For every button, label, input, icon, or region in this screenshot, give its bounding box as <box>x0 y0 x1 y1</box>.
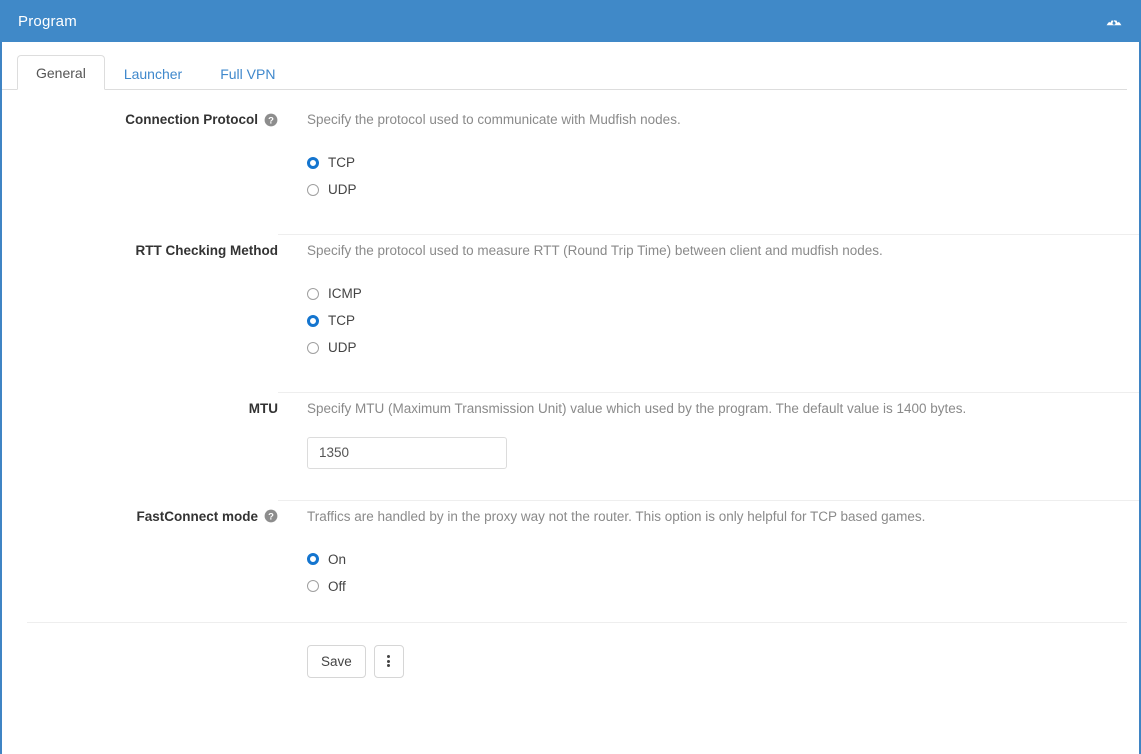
body-connection-protocol: Specify the protocol used to communicate… <box>278 104 1139 236</box>
more-options-button[interactable] <box>373 644 404 678</box>
tab-launcher[interactable]: Launcher <box>105 56 201 90</box>
mtu-input[interactable] <box>307 436 507 469</box>
radio-option-off[interactable]: Off <box>307 573 1139 600</box>
window-titlebar: Program <box>0 0 1141 42</box>
kebab-menu-icon <box>387 654 391 669</box>
radio-rtt-udp-label[interactable]: UDP <box>328 340 357 355</box>
radio-group-rtt: ICMP TCP UDP <box>307 280 1139 361</box>
radio-option-udp[interactable]: UDP <box>307 176 1139 203</box>
desc-rtt-checking-method: Specify the protocol used to measure RTT… <box>307 243 883 259</box>
label-fastconnect-mode-text: FastConnect mode <box>136 508 258 524</box>
tab-full-vpn-label: Full VPN <box>220 66 276 82</box>
svg-text:?: ? <box>268 115 274 126</box>
desc-mtu: Specify MTU (Maximum Transmission Unit) … <box>307 401 967 417</box>
row-mtu: MTU Specify MTU (Maximum Transmission Un… <box>2 393 1139 501</box>
body-rtt-checking-method: Specify the protocol used to measure RTT… <box>278 235 1139 394</box>
radio-group-fastconnect: On Off <box>307 546 1139 600</box>
page-content: General Launcher Full VPN Connection Pro… <box>0 42 1141 754</box>
question-circle-icon[interactable]: ? <box>264 113 278 127</box>
tab-launcher-label: Launcher <box>123 66 183 82</box>
radio-connection-tcp-label[interactable]: TCP <box>328 155 355 170</box>
radio-connection-tcp[interactable] <box>307 156 319 169</box>
question-circle-icon[interactable]: ? <box>264 509 278 523</box>
radio-rtt-icmp[interactable] <box>307 287 319 300</box>
radio-option-tcp[interactable]: TCP <box>307 149 1139 176</box>
svg-text:?: ? <box>268 512 274 523</box>
tab-general[interactable]: General <box>17 55 105 90</box>
tab-full-vpn[interactable]: Full VPN <box>201 56 294 90</box>
radio-connection-udp-label[interactable]: UDP <box>328 182 357 197</box>
label-connection-protocol: Connection Protocol ? <box>2 104 278 127</box>
radio-option-rtt-udp[interactable]: UDP <box>307 334 1139 361</box>
settings-form: Connection Protocol ? Specify the protoc… <box>2 90 1139 678</box>
radio-rtt-tcp-label[interactable]: TCP <box>328 313 355 328</box>
radio-rtt-tcp[interactable] <box>307 314 319 327</box>
desc-fastconnect-mode: Traffics are handled by in the proxy way… <box>307 508 926 524</box>
desc-connection-protocol: Specify the protocol used to communicate… <box>307 112 681 127</box>
label-mtu-text: MTU <box>248 401 278 417</box>
label-fastconnect-mode: FastConnect mode ? <box>2 501 278 524</box>
tab-general-label: General <box>36 65 86 81</box>
radio-fastconnect-on-label[interactable]: On <box>328 552 346 567</box>
row-connection-protocol: Connection Protocol ? Specify the protoc… <box>2 104 1139 236</box>
radio-option-rtt-tcp[interactable]: TCP <box>307 307 1139 334</box>
radio-option-icmp[interactable]: ICMP <box>307 280 1139 307</box>
radio-rtt-udp[interactable] <box>307 341 319 354</box>
body-fastconnect-mode: Traffics are handled by in the proxy way… <box>278 501 1139 600</box>
dashboard-gauge-icon[interactable] <box>1103 10 1125 32</box>
label-connection-protocol-text: Connection Protocol <box>125 112 258 127</box>
radio-connection-udp[interactable] <box>307 183 319 196</box>
label-rtt-checking-method: RTT Checking Method <box>2 235 279 259</box>
radio-fastconnect-on[interactable] <box>307 553 319 566</box>
window-title: Program <box>18 12 77 30</box>
form-actions: Save <box>2 623 1139 678</box>
radio-fastconnect-off-label[interactable]: Off <box>328 579 346 594</box>
radio-option-on[interactable]: On <box>307 546 1139 573</box>
body-mtu: Specify MTU (Maximum Transmission Unit) … <box>278 393 1139 501</box>
label-mtu: MTU <box>2 393 278 416</box>
label-rtt-checking-method-text: RTT Checking Method <box>135 243 279 259</box>
radio-group-connection-protocol: TCP UDP <box>307 149 1139 203</box>
row-fastconnect-mode: FastConnect mode ? Traffics are handled … <box>2 501 1139 600</box>
radio-fastconnect-off[interactable] <box>307 580 319 593</box>
radio-rtt-icmp-label[interactable]: ICMP <box>328 286 362 301</box>
tab-bar: General Launcher Full VPN <box>2 42 1127 90</box>
row-rtt-checking-method: RTT Checking Method Specify the protocol… <box>2 235 1139 394</box>
save-button[interactable]: Save <box>307 644 366 678</box>
